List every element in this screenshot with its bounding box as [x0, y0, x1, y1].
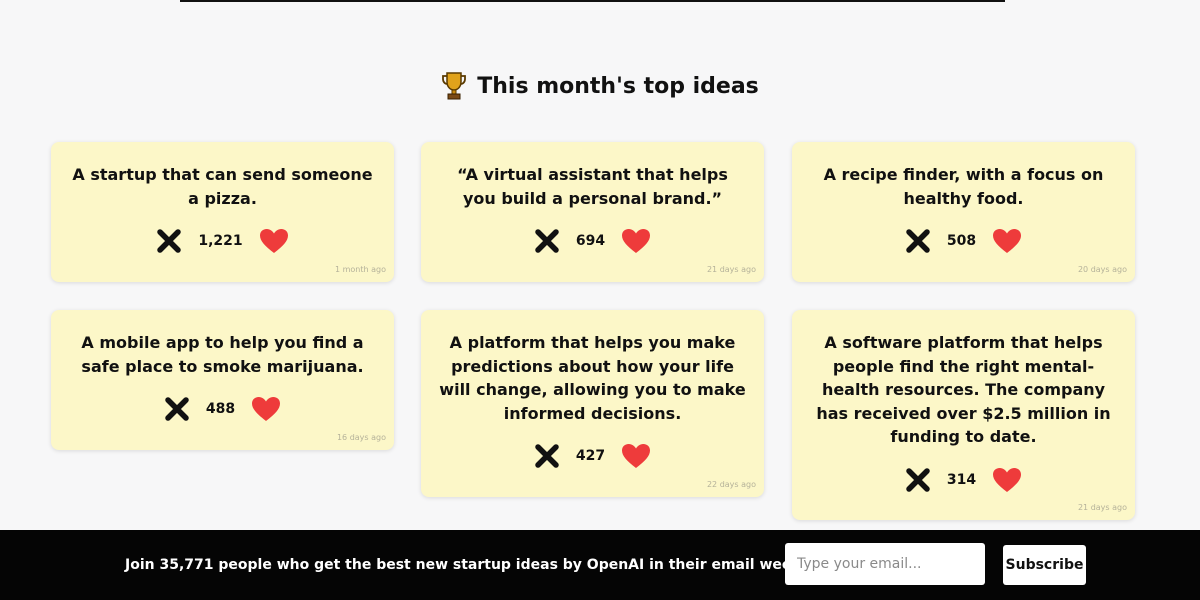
subscribe-button[interactable]: Subscribe [1003, 545, 1086, 585]
email-input[interactable] [785, 543, 985, 585]
idea-card: A mobile app to help you find a safe pla… [51, 310, 394, 450]
vote-count: 508 [946, 233, 977, 249]
heart-icon[interactable] [251, 396, 281, 422]
vote-controls: 314 [792, 467, 1135, 493]
heart-icon[interactable] [992, 467, 1022, 493]
heart-icon[interactable] [621, 228, 651, 254]
idea-text: A startup that can send someone a pizza. [72, 165, 373, 208]
vote-controls: 694 [421, 228, 764, 254]
vote-count: 1,221 [198, 233, 243, 249]
section-heading: This month's top ideas [0, 71, 1200, 101]
vote-controls: 488 [51, 396, 394, 422]
vote-count: 314 [946, 472, 977, 488]
idea-text: “A virtual assistant that helps you buil… [457, 165, 728, 208]
dislike-x-icon[interactable] [534, 443, 560, 469]
heart-icon[interactable] [621, 443, 651, 469]
vote-controls: 1,221 [51, 228, 394, 254]
top-divider [180, 0, 1005, 2]
vote-count: 488 [205, 401, 236, 417]
subscribe-bar: Join 35,771 people who get the best new … [0, 530, 1200, 600]
idea-text: A platform that helps you make predictio… [439, 333, 746, 423]
idea-card: “A virtual assistant that helps you buil… [421, 142, 764, 282]
idea-text: A recipe finder, with a focus on healthy… [823, 165, 1104, 208]
idea-card: A platform that helps you make predictio… [421, 310, 764, 497]
idea-card: A startup that can send someone a pizza.… [51, 142, 394, 282]
section-title: This month's top ideas [477, 73, 759, 99]
dislike-x-icon[interactable] [905, 228, 931, 254]
dislike-x-icon[interactable] [164, 396, 190, 422]
vote-controls: 427 [421, 443, 764, 469]
dislike-x-icon[interactable] [156, 228, 182, 254]
heart-icon[interactable] [992, 228, 1022, 254]
subscribe-message: Join 35,771 people who get the best new … [125, 557, 815, 573]
idea-text: A software platform that helps people fi… [816, 333, 1111, 446]
idea-age: 21 days ago [706, 265, 756, 274]
dislike-x-icon[interactable] [534, 228, 560, 254]
idea-age: 21 days ago [1077, 503, 1127, 512]
trophy-icon [441, 71, 467, 101]
heart-icon[interactable] [259, 228, 289, 254]
idea-card: A recipe finder, with a focus on healthy… [792, 142, 1135, 282]
idea-age: 20 days ago [1077, 265, 1127, 274]
idea-age: 1 month ago [334, 265, 386, 274]
dislike-x-icon[interactable] [905, 467, 931, 493]
idea-age: 22 days ago [706, 480, 756, 489]
vote-count: 427 [575, 448, 606, 464]
idea-text: A mobile app to help you find a safe pla… [81, 333, 364, 376]
vote-controls: 508 [792, 228, 1135, 254]
idea-card: A software platform that helps people fi… [792, 310, 1135, 520]
vote-count: 694 [575, 233, 606, 249]
idea-age: 16 days ago [336, 433, 386, 442]
